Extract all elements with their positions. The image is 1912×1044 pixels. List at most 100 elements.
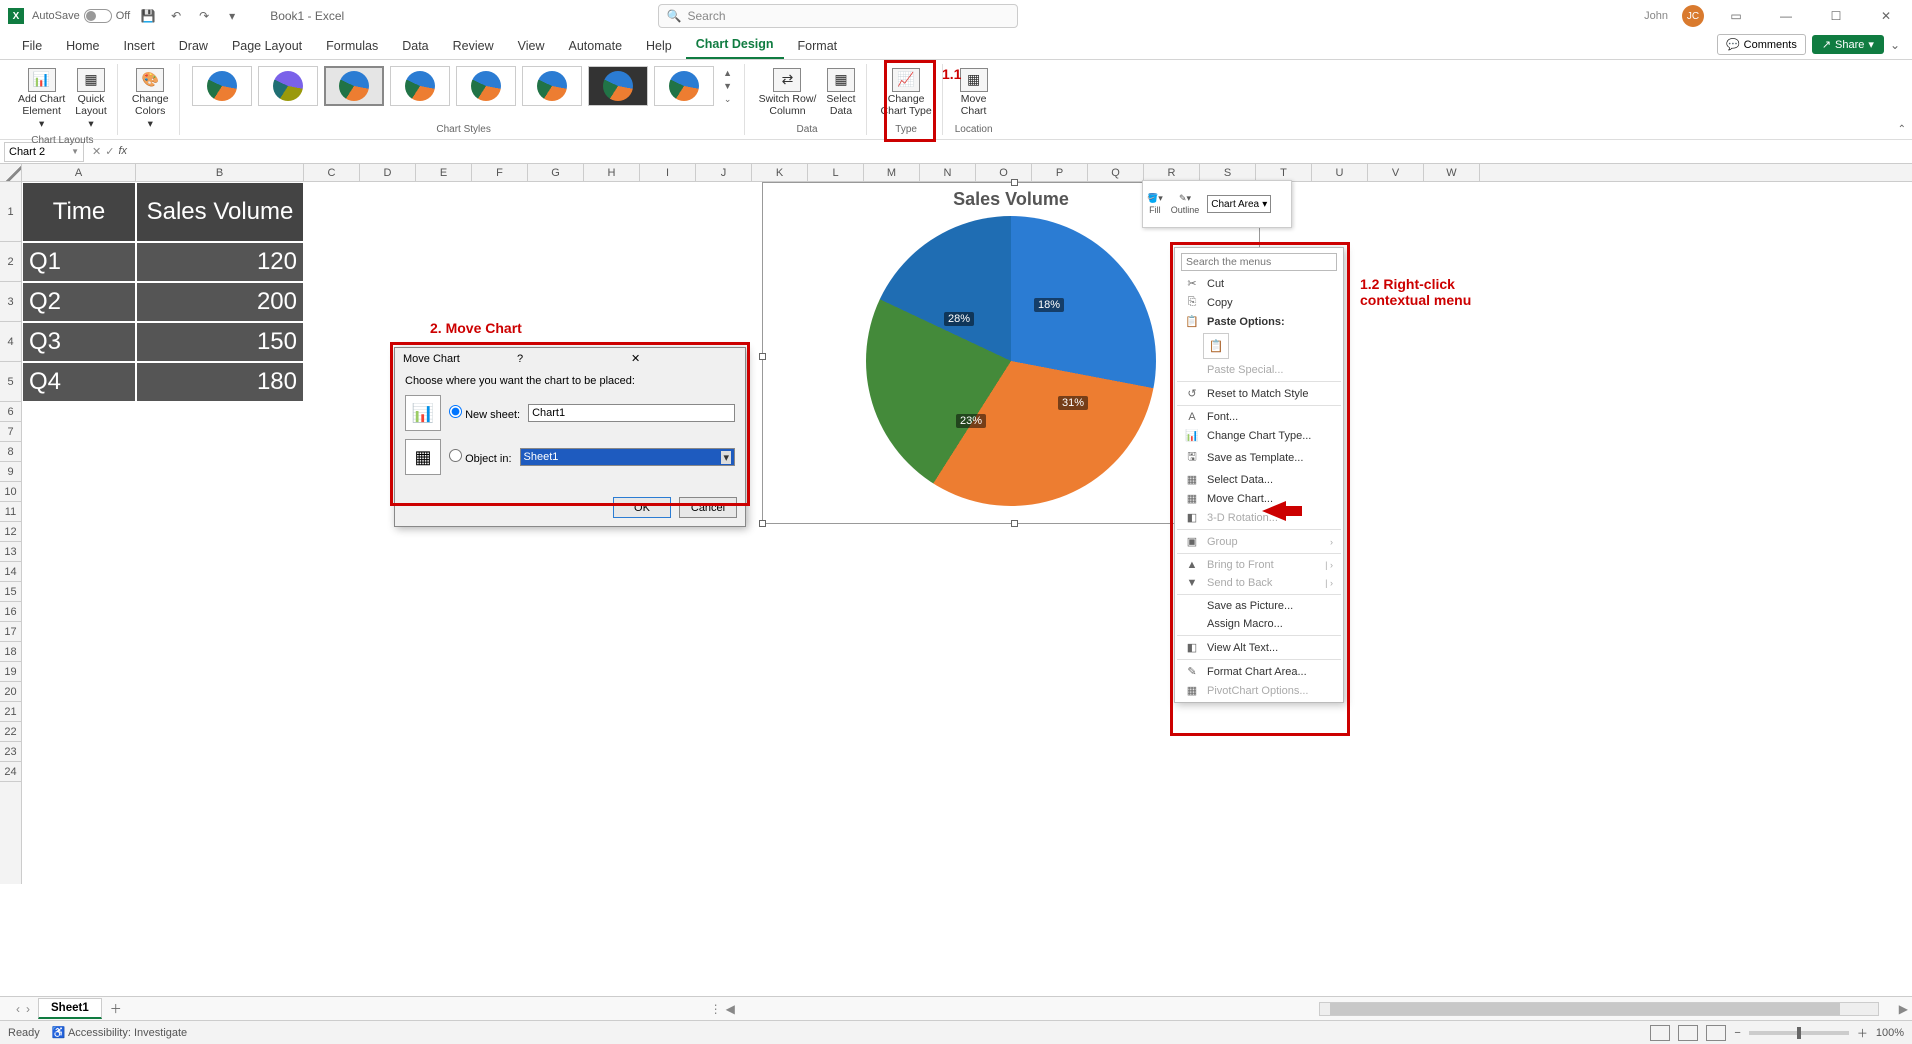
zoom-out-button[interactable]: − (1734, 1027, 1740, 1039)
tab-draw[interactable]: Draw (169, 33, 218, 59)
col-Q[interactable]: Q (1088, 164, 1144, 181)
ctx-save-picture[interactable]: Save as Picture... (1177, 597, 1341, 615)
row-2[interactable]: 2 (0, 242, 21, 282)
col-E[interactable]: E (416, 164, 472, 181)
tab-view[interactable]: View (508, 33, 555, 59)
chart-handle-n[interactable] (1011, 179, 1018, 186)
scroll-right-icon[interactable]: ▶ (1895, 1002, 1912, 1016)
col-L[interactable]: L (808, 164, 864, 181)
row-14[interactable]: 14 (0, 562, 21, 582)
row-21[interactable]: 21 (0, 702, 21, 722)
ctx-font[interactable]: AFont... (1177, 408, 1341, 426)
ribbon-collapse-icon[interactable]: ⌃ (1898, 124, 1906, 135)
row-24[interactable]: 24 (0, 762, 21, 782)
row-22[interactable]: 22 (0, 722, 21, 742)
ctx-move-chart[interactable]: ▦Move Chart... (1177, 489, 1341, 508)
cells-area[interactable]: Time Sales Volume Q1 120 Q2 200 Q3 150 Q… (22, 182, 1912, 884)
share-button[interactable]: ↗ Share ▾ (1812, 35, 1884, 54)
ctx-select-data[interactable]: ▦Select Data... (1177, 470, 1341, 489)
sheet-menu-icon[interactable]: ⋮ (710, 1002, 722, 1016)
col-I[interactable]: I (640, 164, 696, 181)
zoom-level[interactable]: 100% (1876, 1027, 1904, 1039)
row-20[interactable]: 20 (0, 682, 21, 702)
chart-style-1[interactable] (192, 66, 252, 106)
ctx-copy[interactable]: ⎘Copy (1177, 293, 1341, 312)
ctx-alt-text[interactable]: ◧View Alt Text... (1177, 638, 1341, 657)
row-11[interactable]: 11 (0, 502, 21, 522)
col-B[interactable]: B (136, 164, 304, 181)
sheet-prev-icon[interactable]: ‹ (16, 1002, 20, 1016)
change-colors-button[interactable]: 🎨Change Colors▾ (130, 66, 171, 133)
quick-layout-button[interactable]: ▦Quick Layout▾ (73, 66, 109, 133)
minimize-icon[interactable]: — (1768, 2, 1804, 30)
row-12[interactable]: 12 (0, 522, 21, 542)
ok-button[interactable]: OK (613, 497, 671, 518)
zoom-in-button[interactable]: ＋ (1857, 1025, 1868, 1041)
user-avatar[interactable]: JC (1682, 5, 1704, 27)
autosave-toggle[interactable]: AutoSave Off (32, 9, 130, 23)
fx-icon[interactable]: fx (118, 145, 127, 158)
tab-format[interactable]: Format (788, 33, 848, 59)
col-D[interactable]: D (360, 164, 416, 181)
formula-input[interactable] (135, 142, 1912, 162)
page-layout-view-button[interactable] (1678, 1025, 1698, 1041)
tab-page-layout[interactable]: Page Layout (222, 33, 312, 59)
col-N[interactable]: N (920, 164, 976, 181)
tab-formulas[interactable]: Formulas (316, 33, 388, 59)
col-W[interactable]: W (1424, 164, 1480, 181)
page-break-view-button[interactable] (1706, 1025, 1726, 1041)
tab-data[interactable]: Data (392, 33, 438, 59)
close-icon[interactable]: ✕ (1868, 2, 1904, 30)
tab-help[interactable]: Help (636, 33, 682, 59)
row-18[interactable]: 18 (0, 642, 21, 662)
maximize-icon[interactable]: ☐ (1818, 2, 1854, 30)
add-sheet-button[interactable]: ＋ (102, 997, 130, 1020)
col-A[interactable]: A (22, 164, 136, 181)
dialog-close-icon[interactable]: ✕ (631, 352, 737, 365)
outline-button[interactable]: ✎▾Outline (1171, 193, 1200, 215)
status-accessibility[interactable]: ♿ Accessibility: Investigate (52, 1026, 187, 1039)
col-R[interactable]: R (1144, 164, 1200, 181)
tab-chart-design[interactable]: Chart Design (686, 31, 784, 59)
zoom-slider[interactable] (1749, 1031, 1849, 1035)
row-3[interactable]: 3 (0, 282, 21, 322)
sheet-next-icon[interactable]: › (26, 1002, 30, 1016)
row-16[interactable]: 16 (0, 602, 21, 622)
col-O[interactable]: O (976, 164, 1032, 181)
new-sheet-radio[interactable]: New sheet: (449, 405, 520, 421)
switch-row-column-button[interactable]: ⇄Switch Row/ Column (757, 66, 819, 119)
chart-handle-sw[interactable] (759, 520, 766, 527)
comments-button[interactable]: 💬 Comments (1717, 34, 1806, 55)
row-8[interactable]: 8 (0, 442, 21, 462)
object-in-select[interactable]: Sheet1▾ (520, 448, 735, 466)
chart-handle-w[interactable] (759, 353, 766, 360)
horizontal-scrollbar[interactable] (1319, 1002, 1879, 1016)
col-V[interactable]: V (1368, 164, 1424, 181)
col-F[interactable]: F (472, 164, 528, 181)
paste-option-button[interactable]: 📋 (1203, 333, 1229, 359)
select-data-button[interactable]: ▦Select Data (824, 66, 857, 119)
tab-review[interactable]: Review (443, 33, 504, 59)
ribbon-display-icon[interactable]: ⌄ (1890, 38, 1900, 52)
row-13[interactable]: 13 (0, 542, 21, 562)
chart-style-3[interactable] (324, 66, 384, 106)
qat-dropdown-icon[interactable]: ▾ (222, 6, 242, 26)
col-J[interactable]: J (696, 164, 752, 181)
dialog-help-icon[interactable]: ? (509, 353, 631, 365)
col-H[interactable]: H (584, 164, 640, 181)
row-5[interactable]: 5 (0, 362, 21, 402)
col-U[interactable]: U (1312, 164, 1368, 181)
ctx-assign-macro[interactable]: Assign Macro... (1177, 615, 1341, 633)
cancel-button[interactable]: Cancel (679, 497, 737, 518)
normal-view-button[interactable] (1650, 1025, 1670, 1041)
chart-styles-scroll[interactable]: ▲▼⌄ (720, 66, 736, 106)
ctx-change-chart-type[interactable]: 📊Change Chart Type... (1177, 426, 1341, 445)
pie-chart[interactable]: 18% 31% 23% 28% (866, 216, 1156, 506)
chart-style-4[interactable] (390, 66, 450, 106)
add-chart-element-button[interactable]: 📊Add Chart Element▾ (16, 66, 67, 133)
col-P[interactable]: P (1032, 164, 1088, 181)
col-S[interactable]: S (1200, 164, 1256, 181)
row-6[interactable]: 6 (0, 402, 21, 422)
row-23[interactable]: 23 (0, 742, 21, 762)
row-19[interactable]: 19 (0, 662, 21, 682)
